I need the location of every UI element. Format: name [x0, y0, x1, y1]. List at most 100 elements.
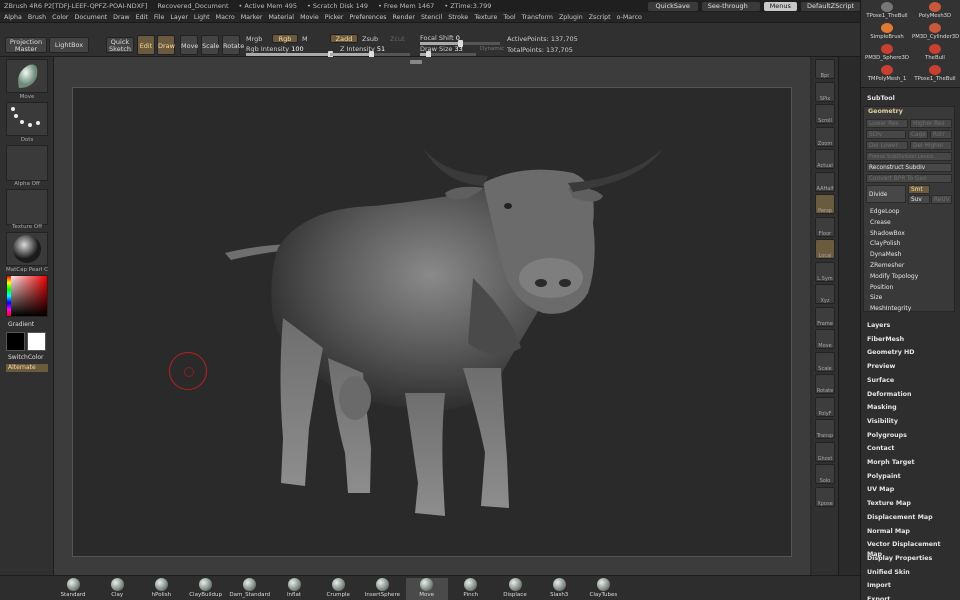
palette-layers[interactable]: Layers: [867, 321, 957, 331]
palette-unified-skin[interactable]: Unified Skin: [867, 568, 957, 578]
menu-stroke[interactable]: Stroke: [448, 14, 468, 21]
menu-edit[interactable]: Edit: [136, 14, 148, 21]
palette-polygroups[interactable]: Polygroups: [867, 431, 957, 441]
menu-stencil[interactable]: Stencil: [421, 14, 442, 21]
brush-pinch[interactable]: Pinch: [450, 578, 492, 600]
palette-import[interactable]: Import: [867, 581, 957, 591]
alpha-slot[interactable]: [6, 145, 48, 181]
seethrough-slider[interactable]: See-through 0: [701, 1, 760, 19]
menu-light[interactable]: Light: [194, 14, 210, 21]
reconstruct-subdiv-button[interactable]: Reconstruct Subdiv: [866, 163, 952, 172]
z-intensity-slider[interactable]: [330, 51, 410, 58]
geometry-crease[interactable]: Crease: [868, 218, 956, 227]
palette-fibermesh[interactable]: FiberMesh: [867, 335, 957, 345]
palette-morph-target[interactable]: Morph Target: [867, 458, 957, 468]
secondary-color-swatch[interactable]: [27, 332, 46, 351]
menu-texture[interactable]: Texture: [474, 14, 497, 21]
dynamic-button[interactable]: Dynamic: [480, 46, 504, 52]
rgb-button[interactable]: Rgb: [272, 34, 298, 43]
palette-texture-map[interactable]: Texture Map: [867, 499, 957, 509]
freeze-subdiv-button[interactable]: Freeze SubDivision Levels: [866, 152, 952, 161]
palette-normal-map[interactable]: Normal Map: [867, 527, 957, 537]
stroke-slot[interactable]: [6, 102, 48, 136]
m-button[interactable]: M: [302, 35, 308, 43]
menu-render[interactable]: Render: [393, 14, 415, 21]
palette-vector-displacement-map[interactable]: Vector Displacement Map: [867, 540, 957, 558]
menu-marker[interactable]: Marker: [241, 14, 263, 21]
menu-document[interactable]: Document: [75, 14, 108, 21]
brush-crumple[interactable]: Crumple: [317, 578, 359, 600]
reuv-button[interactable]: ReUV: [931, 195, 952, 204]
alternate-button[interactable]: Alternate: [6, 364, 48, 372]
menu-file[interactable]: File: [154, 14, 165, 21]
geometry-zremesher[interactable]: ZRemesher: [868, 261, 956, 270]
sdiv-slider[interactable]: SDiv: [866, 130, 906, 139]
geometry-meshintegrity[interactable]: MeshIntegrity: [868, 304, 956, 313]
convert-bpr-button[interactable]: Convert BPR To Geo: [866, 174, 952, 183]
cage-button[interactable]: Cage: [908, 130, 928, 139]
palette-masking[interactable]: Masking: [867, 403, 957, 413]
main-color-swatch[interactable]: [6, 332, 25, 351]
brush-inflat[interactable]: Inflat: [273, 578, 315, 600]
rotate-button[interactable]: Rotate: [222, 35, 244, 55]
tool-thumb-thebull[interactable]: TheBull: [912, 44, 958, 64]
palette-surface[interactable]: Surface: [867, 376, 957, 386]
brush-slash3[interactable]: Slash3: [538, 578, 580, 600]
palette-export[interactable]: Export: [867, 595, 957, 600]
menu-preferences[interactable]: Preferences: [349, 14, 386, 21]
palette-geometry-hd[interactable]: Geometry HD: [867, 348, 957, 358]
switchcolor-button[interactable]: SwitchColor: [6, 354, 48, 362]
menu-layer[interactable]: Layer: [170, 14, 188, 21]
geometry-header[interactable]: Geometry: [868, 107, 958, 117]
brush-dam-standard[interactable]: Dam_Standard: [229, 578, 271, 600]
zadd-button[interactable]: Zadd: [330, 34, 358, 43]
menu-zplugin[interactable]: Zplugin: [559, 14, 583, 21]
menu-draw[interactable]: Draw: [113, 14, 129, 21]
projection-master-button[interactable]: Projection Master: [5, 37, 47, 53]
brush-claytubes[interactable]: ClayTubes: [582, 578, 624, 600]
rgb-intensity-label[interactable]: Rgb Intensity 100: [246, 45, 304, 53]
material-slot[interactable]: [6, 232, 48, 266]
z-intensity-label[interactable]: Z Intensity 51: [340, 45, 385, 53]
gradient-button[interactable]: Gradient: [6, 321, 48, 329]
rstr-button[interactable]: Rstr: [930, 130, 952, 139]
zsub-button[interactable]: Zsub: [362, 35, 378, 43]
geometry-dynamesh[interactable]: DynaMesh: [868, 250, 956, 259]
menus-button[interactable]: Menus: [763, 1, 797, 11]
bull-model[interactable]: [73, 88, 793, 558]
hue-bar[interactable]: [7, 276, 11, 316]
palette-deformation[interactable]: Deformation: [867, 390, 957, 400]
tool-thumb-polymesh3d[interactable]: PolyMesh3D: [912, 2, 958, 22]
menu-brush[interactable]: Brush: [28, 14, 46, 21]
menu-macro[interactable]: Macro: [216, 14, 235, 21]
document-viewport[interactable]: [72, 87, 792, 557]
subtool-header[interactable]: SubTool: [867, 94, 957, 104]
color-picker[interactable]: [6, 275, 48, 317]
menu-material[interactable]: Material: [268, 14, 294, 21]
palette-preview[interactable]: Preview: [867, 362, 957, 372]
tool-thumb-tpose1-thebull[interactable]: TPose1_TheBull: [912, 65, 958, 85]
rgb-intensity-slider[interactable]: [246, 51, 333, 58]
lower-res-button[interactable]: Lower Res: [866, 119, 908, 128]
del-higher-button[interactable]: Del Higher: [910, 141, 952, 150]
quicksave-button[interactable]: QuickSave: [647, 1, 698, 11]
menu-o-marco[interactable]: o-Marco: [617, 14, 642, 21]
default-zscript-button[interactable]: DefaultZScript: [800, 1, 860, 11]
menu-picker[interactable]: Picker: [325, 14, 344, 21]
tool-thumb-simplebrush[interactable]: SimpleBrush: [864, 23, 910, 43]
geometry-position[interactable]: Position: [868, 283, 956, 292]
geometry-size[interactable]: Size: [868, 293, 956, 302]
menu-transform[interactable]: Transform: [522, 14, 553, 21]
tool-thumb-tmpolymesh-1[interactable]: TMPolyMesh_1: [864, 65, 910, 85]
lightbox-button[interactable]: LightBox: [49, 37, 89, 53]
menu-alpha[interactable]: Alpha: [4, 14, 22, 21]
palette-displacement-map[interactable]: Displacement Map: [867, 513, 957, 523]
geometry-modify-topology[interactable]: Modify Topology: [868, 272, 956, 281]
del-lower-button[interactable]: Del Lower: [866, 141, 908, 150]
higher-res-button[interactable]: Higher Res: [910, 119, 952, 128]
suv-toggle[interactable]: Suv: [908, 195, 930, 204]
brush-hpolish[interactable]: hPolish: [140, 578, 182, 600]
palette-display-properties[interactable]: Display Properties: [867, 554, 957, 564]
menu-tool[interactable]: Tool: [503, 14, 515, 21]
move-button[interactable]: Move: [180, 35, 198, 55]
